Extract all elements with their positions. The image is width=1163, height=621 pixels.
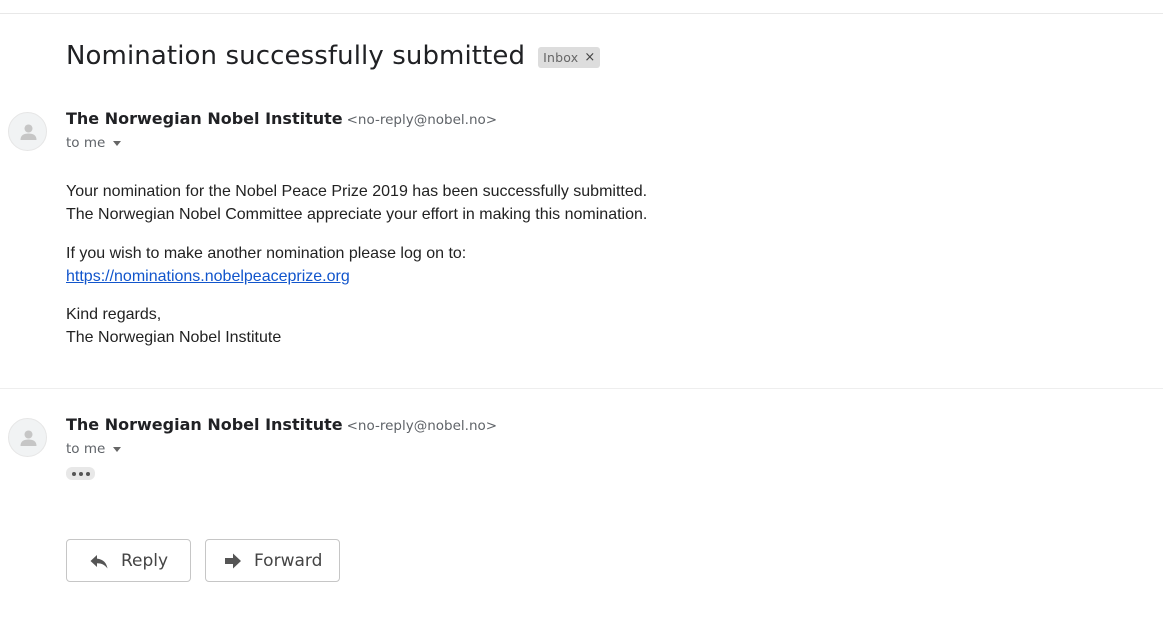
message-divider [0,388,1163,389]
ellipsis-icon [85,471,90,476]
recipient-text: to me [66,135,106,151]
subject-header: Nomination successfully submitted Inbox … [66,38,601,74]
show-trimmed-content-button[interactable] [66,467,95,480]
body-line: If you wish to make another nomination p… [66,245,467,262]
top-divider [0,13,1163,14]
sender-avatar-icon [8,418,47,457]
reply-button[interactable]: Reply [66,539,191,582]
reply-arrow-icon [88,550,110,572]
recipient-text: to me [66,441,106,457]
nomination-portal-link[interactable]: https://nominations.nobelpeaceprize.org [66,265,466,288]
body-line: Your nomination for the Nobel Peace Priz… [66,183,648,200]
forward-button[interactable]: Forward [205,539,340,582]
ellipsis-icon [78,471,83,476]
sender-avatar-icon [8,112,47,151]
reply-label: Reply [121,550,169,571]
label-chip-text: Inbox [543,49,579,65]
message-1-sender: The Norwegian Nobel Institute <no-reply@… [66,109,497,128]
ellipsis-icon [71,471,76,476]
sender-email: <no-reply@nobel.no> [346,112,498,128]
body-line: The Norwegian Nobel Institute [66,329,282,346]
inbox-label-chip[interactable]: Inbox × [538,46,601,68]
forward-label: Forward [254,550,323,571]
sender-name[interactable]: The Norwegian Nobel Institute [66,109,343,128]
chevron-down-icon[interactable] [113,140,122,146]
remove-label-icon[interactable]: × [584,51,595,64]
body-line: The Norwegian Nobel Committee appreciate… [66,206,648,223]
email-subject: Nomination successfully submitted [66,41,526,71]
message-1-body-login: If you wish to make another nomination p… [66,242,466,288]
chevron-down-icon[interactable] [113,446,122,452]
body-line: Kind regards, [66,306,162,323]
sender-email: <no-reply@nobel.no> [346,418,498,434]
message-2-sender: The Norwegian Nobel Institute <no-reply@… [66,415,497,434]
message-1-signature: Kind regards, The Norwegian Nobel Instit… [66,303,281,349]
message-1-recipient: to me [66,134,122,152]
message-2-recipient: to me [66,440,122,458]
message-1-body: Your nomination for the Nobel Peace Priz… [66,180,647,226]
forward-arrow-icon [222,550,244,572]
sender-name[interactable]: The Norwegian Nobel Institute [66,415,343,434]
